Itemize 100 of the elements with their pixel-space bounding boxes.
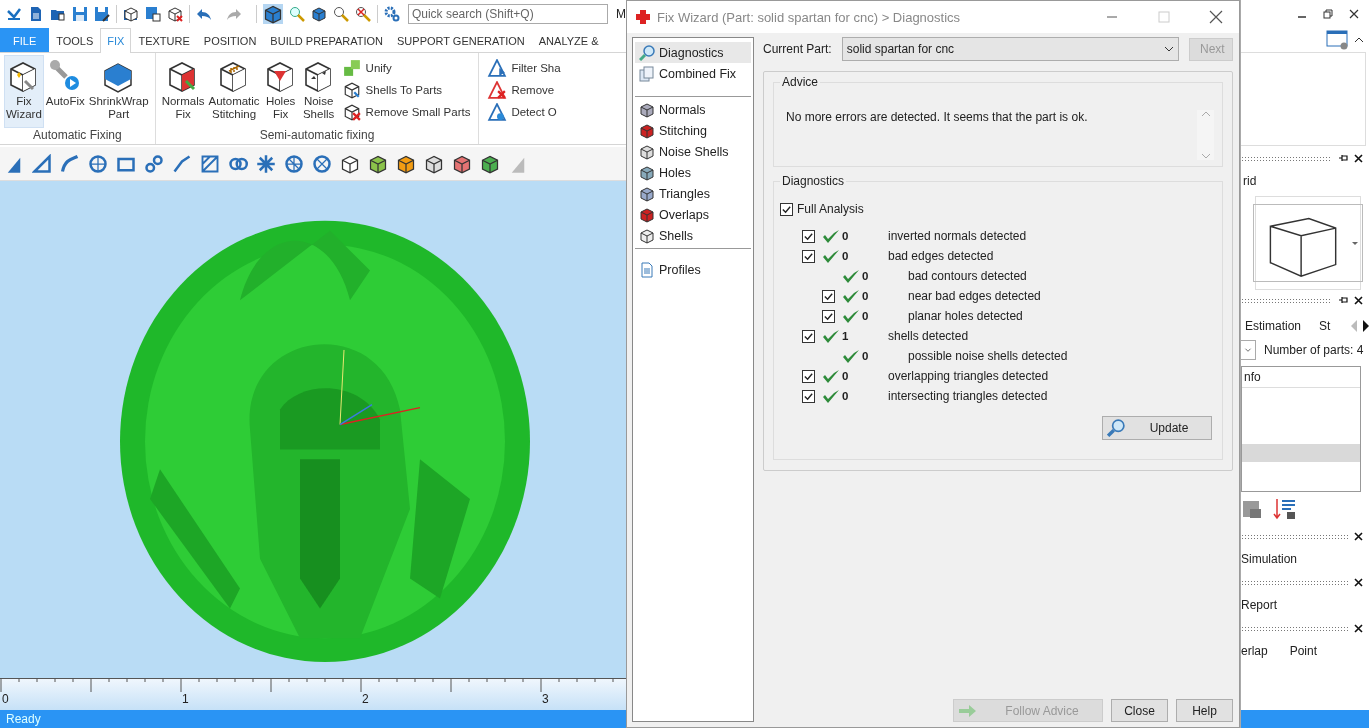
close-icon[interactable] [1354, 623, 1363, 633]
caret-icon [1352, 241, 1358, 245]
export-list-icon[interactable] [1273, 497, 1297, 521]
checkbox[interactable] [802, 369, 815, 383]
nav-item[interactable]: Triangles [635, 183, 751, 204]
new-file-icon[interactable] [28, 6, 44, 22]
view-cube-icon[interactable] [310, 6, 327, 22]
circle-slice-icon[interactable] [88, 153, 108, 174]
part-dropdown[interactable]: solid spartan for cnc [841, 37, 1179, 61]
close-icon[interactable] [1354, 153, 1363, 163]
mesh-icon[interactable] [200, 153, 220, 174]
nav-item[interactable]: Shells [635, 225, 751, 246]
pin-icon[interactable] [1338, 295, 1348, 305]
check-mark-icon [822, 327, 840, 345]
check-mark-icon [842, 267, 860, 285]
zoom-mesh-icon[interactable] [288, 6, 305, 22]
open-project-icon[interactable] [123, 6, 139, 22]
quick-search-field[interactable]: Quick search (Shift+Q) [407, 4, 608, 24]
nav-item[interactable]: Diagnostics [635, 42, 751, 63]
cube-icon[interactable] [396, 153, 416, 174]
ribbon-tab[interactable]: TOOLS [49, 28, 101, 52]
restore-icon[interactable] [1323, 9, 1333, 19]
update-button[interactable]: Update [1102, 416, 1212, 440]
star-icon[interactable] [256, 153, 276, 174]
scroll-right-icon[interactable] [1360, 318, 1369, 334]
scrollbar[interactable] [1197, 110, 1214, 160]
dialog-button[interactable]: Help [1176, 699, 1233, 722]
ribbon-button[interactable]: Filter Sha [487, 58, 561, 78]
checkbox[interactable] [822, 289, 835, 303]
ribbon-button[interactable]: Shells To Parts [341, 80, 471, 100]
panel-tab[interactable]: St [1319, 319, 1331, 333]
stacked-cubes-icon [341, 59, 362, 77]
pin-icon[interactable] [1338, 153, 1348, 163]
cube-icon[interactable] [368, 153, 388, 174]
checkbox[interactable] [822, 309, 835, 323]
cube-icon[interactable] [340, 153, 360, 174]
check-mark-icon [781, 203, 792, 215]
collapse-icon[interactable] [1354, 36, 1364, 44]
check-mark-icon [822, 247, 840, 265]
cube-icon [639, 122, 655, 139]
close-icon[interactable] [1354, 577, 1363, 587]
checkbox[interactable] [780, 202, 793, 216]
ribbon-tab[interactable]: POSITION [196, 28, 264, 52]
nav-item[interactable]: Noise Shells [635, 141, 751, 162]
node-icon[interactable] [144, 153, 164, 174]
nav-item[interactable]: Profiles [635, 259, 751, 280]
ribbon-button[interactable]: Fix Wizard [4, 55, 44, 128]
cube-icon[interactable] [480, 153, 500, 174]
curve-icon[interactable] [60, 153, 80, 174]
nav-item[interactable]: Holes [635, 162, 751, 183]
dialog-button[interactable]: Close [1111, 699, 1168, 722]
cube-icon [639, 164, 655, 181]
triangle-icon[interactable] [32, 153, 52, 174]
ribbon-button[interactable]: Detect O [487, 102, 561, 122]
zoom-reset-icon[interactable] [354, 6, 371, 22]
ribbon-tab[interactable]: FIX [100, 28, 132, 53]
close-icon[interactable] [1354, 531, 1363, 541]
group-title: Diagnostics [780, 174, 847, 188]
save-icon[interactable] [72, 6, 88, 22]
ribbon-button[interactable]: Normals Fix [159, 55, 207, 128]
zoom-icon[interactable] [332, 6, 349, 22]
check-mark-icon [822, 367, 840, 385]
cube-icon[interactable] [424, 153, 444, 174]
hook-icon[interactable] [172, 153, 192, 174]
ribbon-tab[interactable]: TEXTURE [131, 28, 197, 52]
ribbon-button[interactable]: Automatic Stitching [206, 55, 262, 128]
ribbon-button[interactable]: Noise Shells [299, 55, 338, 128]
right-arrow-icon [958, 702, 978, 719]
select-cube-icon[interactable] [262, 4, 283, 24]
wheel-icon[interactable] [284, 153, 304, 174]
checkbox[interactable] [802, 389, 815, 403]
ribbon-button[interactable]: Remove Small Parts [341, 102, 471, 122]
app-logo-icon[interactable] [6, 6, 22, 22]
cube-icon[interactable] [452, 153, 472, 174]
check-mark-icon [842, 307, 860, 325]
ribbon-button[interactable]: ShrinkWrap Part [86, 55, 151, 128]
ribbon-tab[interactable]: ANALYZE & [531, 28, 606, 52]
ring-icon[interactable] [312, 153, 332, 174]
nav-item[interactable]: Combined Fix [635, 63, 751, 84]
panel-label: rid [1243, 174, 1257, 188]
close-icon[interactable] [1349, 9, 1359, 19]
ribbon-button[interactable]: AutoFix [43, 55, 87, 128]
save-as-icon[interactable] [94, 6, 110, 22]
panel-tab[interactable]: Estimation [1245, 319, 1302, 333]
settings-icon[interactable] [383, 6, 400, 22]
nav-item[interactable]: Stitching [635, 120, 751, 141]
nav-item[interactable]: Overlaps [635, 204, 751, 225]
nav-item[interactable]: Normals [635, 99, 751, 120]
ribbon-button[interactable]: Unify [341, 58, 471, 78]
close-icon[interactable] [1354, 295, 1363, 305]
ribbon-button[interactable]: Remove [487, 80, 561, 100]
detection-count: 1 [842, 330, 849, 342]
checkbox[interactable] [802, 249, 815, 263]
remove-part-icon[interactable] [167, 6, 183, 22]
checkbox[interactable] [802, 329, 815, 343]
ribbon-button[interactable]: Holes Fix [261, 55, 300, 128]
checkbox[interactable] [802, 229, 815, 243]
ribbon-tab[interactable]: BUILD PREPARATION [263, 28, 391, 52]
ribbon-tab[interactable]: SUPPORT GENERATION [390, 28, 532, 52]
window-settings-icon[interactable] [1326, 30, 1350, 50]
